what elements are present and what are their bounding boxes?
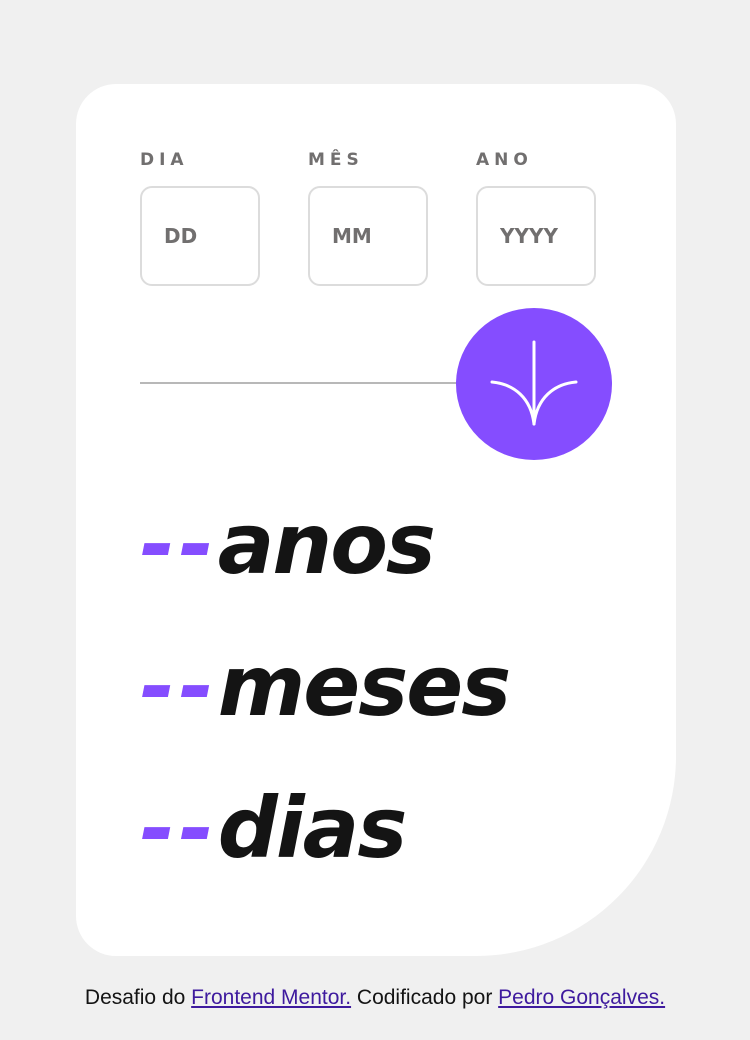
age-calculator-card: DIA MÊS ANO --anos --meses --dias: [76, 84, 676, 956]
years-result: --anos: [140, 502, 436, 586]
frontend-mentor-link[interactable]: Frontend Mentor.: [191, 986, 351, 1009]
submit-button[interactable]: [456, 308, 612, 460]
months-unit: meses: [217, 637, 511, 735]
attribution-middle: Codificado por: [351, 986, 499, 1009]
day-label: DIA: [140, 150, 189, 170]
years-value: --: [140, 495, 218, 593]
author-link[interactable]: Pedro Gonçalves.: [498, 986, 665, 1009]
years-unit: anos: [217, 495, 436, 593]
months-result: --meses: [140, 644, 511, 728]
days-unit: dias: [217, 779, 408, 877]
arrow-down-icon: [490, 340, 578, 426]
days-value: --: [140, 779, 218, 877]
months-value: --: [140, 637, 218, 735]
attribution: Desafio do Frontend Mentor. Codificado p…: [0, 986, 750, 1010]
day-input[interactable]: [140, 186, 260, 286]
days-result: --dias: [140, 786, 407, 870]
year-input[interactable]: [476, 186, 596, 286]
month-input[interactable]: [308, 186, 428, 286]
year-label: ANO: [476, 150, 533, 170]
month-label: MÊS: [308, 150, 364, 170]
attribution-prefix: Desafio do: [84, 986, 192, 1009]
